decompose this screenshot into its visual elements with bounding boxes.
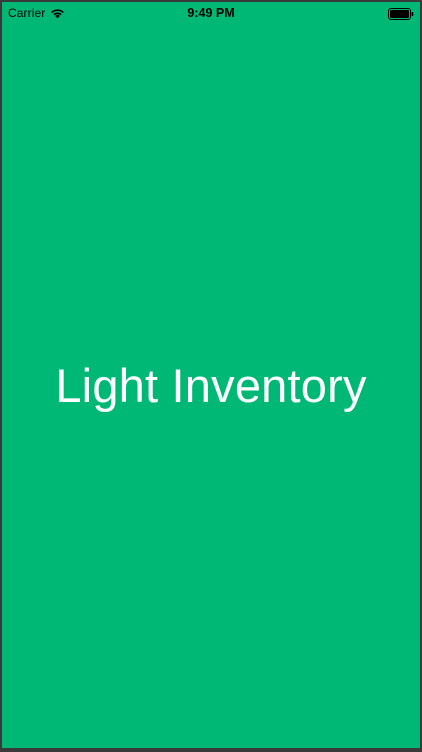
status-bar: Carrier 9:49 PM <box>2 2 420 26</box>
splash-screen: Carrier 9:49 PM Light Inventory <box>2 2 420 748</box>
battery-icon <box>388 8 414 20</box>
app-title: Light Inventory <box>55 359 367 412</box>
status-time: 9:49 PM <box>187 6 235 20</box>
